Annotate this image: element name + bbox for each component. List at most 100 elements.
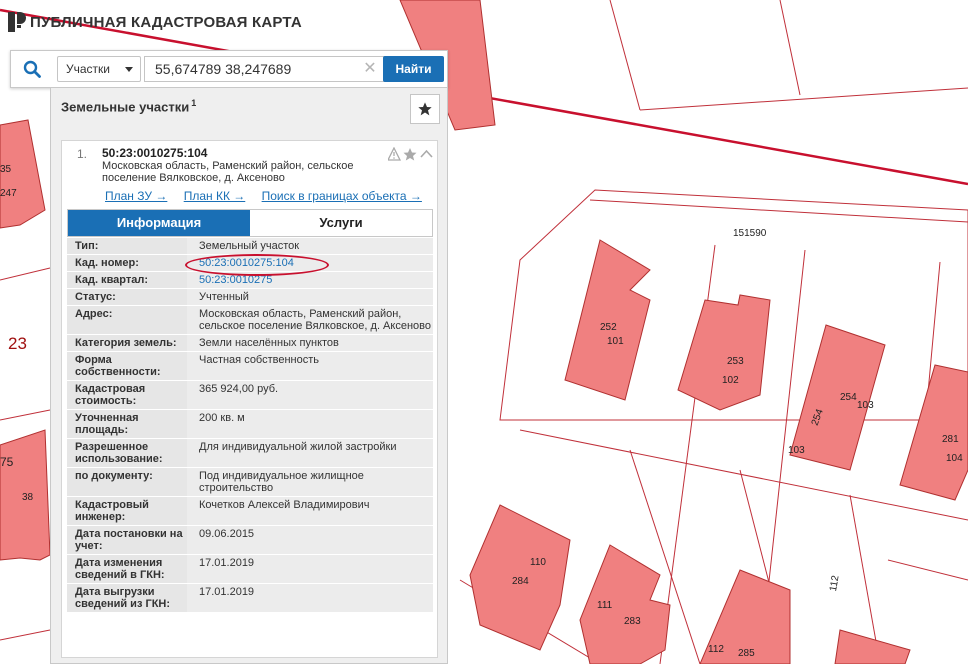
- info-row-label: Дата постановки на учет:: [67, 526, 187, 554]
- info-row-value: Земли населённых пунктов: [187, 335, 433, 351]
- map-label: 112: [708, 644, 724, 655]
- clear-search-button[interactable]: ✕: [361, 60, 379, 78]
- info-row-link[interactable]: 50:23:0010275: [187, 272, 433, 288]
- tab-services[interactable]: Услуги: [250, 210, 432, 236]
- map-label: 283: [624, 616, 641, 627]
- info-row-label: по документу:: [67, 468, 187, 496]
- info-row-value: Учтенный: [187, 289, 433, 305]
- map-label: 281: [942, 434, 959, 445]
- map-label: 111: [597, 600, 613, 611]
- map-label: 101: [607, 336, 624, 347]
- info-row: Кад. номер: 50:23:0010275:104: [67, 255, 433, 272]
- info-row-label: Тип:: [67, 238, 187, 254]
- search-bar: Участки ✕ Найти: [10, 50, 448, 88]
- info-row-label: Разрешенное использование:: [67, 439, 187, 467]
- info-row: Кадастровый инженер: Кочетков Алексей Вла…: [67, 497, 433, 526]
- item-index: 1.: [77, 147, 88, 161]
- search-type-label: Участки: [66, 62, 110, 76]
- info-row-value: Кочетков Алексей Владимирович: [187, 497, 433, 525]
- panel-title-text: Земельные участки: [61, 99, 190, 115]
- info-row-label: Дата выгрузки сведений из ГКН:: [67, 584, 187, 612]
- map-label: 35: [0, 164, 12, 175]
- map-label: 112: [828, 574, 842, 592]
- info-row: Адрес: Московская область, Раменский райо…: [67, 306, 433, 335]
- info-table: Тип: Земельный участок Кад. номер: 50:23:00…: [67, 238, 433, 613]
- results-panel: Земельные участки 1 1. 50:23:0010275:104 …: [50, 88, 448, 664]
- info-row: Разрешенное использование: Для индивидуал…: [67, 439, 433, 468]
- info-row-value: 365 924,00 руб.: [187, 381, 433, 409]
- info-row-value: Московская область, Раменский район, сел…: [187, 306, 433, 334]
- info-row-value: 200 кв. м: [187, 410, 433, 438]
- map-label: 247: [0, 188, 17, 199]
- find-button[interactable]: Найти: [383, 56, 444, 82]
- app-title: ПУБЛИЧНАЯ КАДАСТРОВАЯ КАРТА: [30, 14, 302, 31]
- warning-icon[interactable]: [386, 146, 402, 161]
- parcel-address: Московская область, Раменский район, сел…: [102, 160, 354, 184]
- info-row-label: Кадастровый инженер:: [67, 497, 187, 525]
- info-row-link[interactable]: 50:23:0010275:104: [187, 255, 433, 271]
- map-label: 253: [727, 356, 744, 367]
- info-row: Дата постановки на учет: 09.06.2015: [67, 526, 433, 555]
- star-icon[interactable]: [403, 148, 417, 161]
- map-label: 284: [512, 576, 529, 587]
- info-row: Кадастровая стоимость: 365 924,00 руб.: [67, 381, 433, 410]
- item-actions: [386, 146, 436, 161]
- caret-down-icon: [125, 67, 133, 72]
- info-row-label: Статус:: [67, 289, 187, 305]
- star-icon: [418, 102, 432, 116]
- info-row-value: Земельный участок: [187, 238, 433, 254]
- map-label: 151590: [733, 228, 767, 239]
- map-label: 102: [722, 375, 739, 386]
- parcel-links: План ЗУ → План КК → Поиск в границах объ…: [105, 189, 435, 203]
- chevron-up-icon[interactable]: [420, 149, 433, 158]
- parcel-number[interactable]: 50:23:0010275:104: [102, 146, 207, 160]
- info-row: Тип: Земельный участок: [67, 238, 433, 255]
- map-label: 23: [8, 334, 27, 353]
- info-row: Дата изменения сведений в ГКН: 17.01.2019: [67, 555, 433, 584]
- results-count: 1: [191, 98, 197, 108]
- parcel-card: 1. 50:23:0010275:104 Московская область,…: [61, 140, 438, 658]
- info-row: Статус: Учтенный: [67, 289, 433, 306]
- info-row: по документу: Под индивидуальное жилищное…: [67, 468, 433, 497]
- info-row-value: Для индивидуальной жилой застройки: [187, 439, 433, 467]
- info-row-label: Форма собственности:: [67, 352, 187, 380]
- search-icon: [23, 60, 41, 78]
- info-row-label: Кад. квартал:: [67, 272, 187, 288]
- info-row-label: Уточненная площадь:: [67, 410, 187, 438]
- info-row-label: Категория земель:: [67, 335, 187, 351]
- info-row-label: Адрес:: [67, 306, 187, 334]
- info-row: Дата выгрузки сведений из ГКН: 17.01.2019: [67, 584, 433, 613]
- map-label: 38: [22, 492, 34, 503]
- info-row-value: Под индивидуальное жилищное строительств…: [187, 468, 433, 496]
- map-label: 254: [840, 392, 857, 403]
- map-label: 103: [788, 445, 805, 456]
- map-label: 285: [738, 648, 755, 659]
- info-row: Форма собственности: Частная собственност…: [67, 352, 433, 381]
- kk-plan-link[interactable]: План КК →: [184, 189, 246, 203]
- tab-information[interactable]: Информация: [68, 210, 250, 236]
- info-row: Категория земель: Земли населённых пункто…: [67, 335, 433, 352]
- info-row-label: Кадастровая стоимость:: [67, 381, 187, 409]
- search-input[interactable]: [144, 56, 388, 82]
- search-toggle-button[interactable]: [11, 51, 53, 87]
- search-within-bounds-link[interactable]: Поиск в границах объекта →: [262, 189, 422, 203]
- zu-plan-link[interactable]: План ЗУ →: [105, 189, 167, 203]
- favorites-button[interactable]: [410, 94, 440, 124]
- info-row-label: Дата изменения сведений в ГКН:: [67, 555, 187, 583]
- map-label: 75: [0, 455, 14, 469]
- info-row: Кад. квартал: 50:23:0010275: [67, 272, 433, 289]
- app-header: ПУБЛИЧНАЯ КАДАСТРОВАЯ КАРТА: [0, 0, 400, 44]
- map-label: 104: [946, 453, 963, 464]
- info-row-value: 09.06.2015: [187, 526, 433, 554]
- search-type-select[interactable]: Участки: [57, 56, 141, 82]
- info-row: Уточненная площадь: 200 кв. м: [67, 410, 433, 439]
- info-row-value: 17.01.2019: [187, 555, 433, 583]
- map-label: 110: [530, 557, 546, 568]
- map-label: 103: [857, 400, 874, 411]
- cadastre-logo-icon: [8, 12, 26, 32]
- map-label: 252: [600, 322, 617, 333]
- info-row-value: Частная собственность: [187, 352, 433, 380]
- panel-title: Земельные участки 1: [61, 98, 196, 114]
- info-row-value: 17.01.2019: [187, 584, 433, 612]
- info-tabs: Информация Услуги: [67, 209, 433, 237]
